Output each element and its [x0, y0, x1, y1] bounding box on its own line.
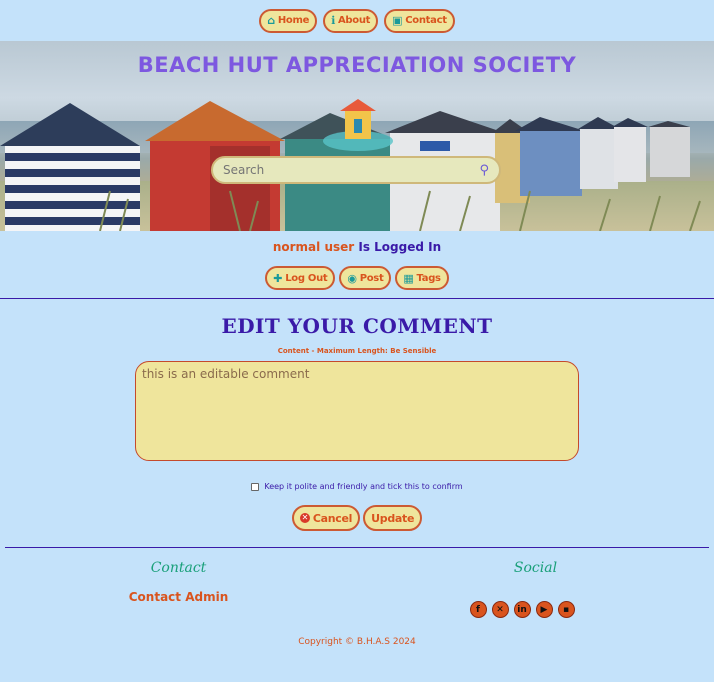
search-input[interactable]: [223, 163, 480, 177]
logout-label: Log Out: [285, 272, 328, 284]
footer-contact: Contact Contact Admin: [0, 560, 357, 618]
linkedin-icon[interactable]: in: [513, 601, 531, 618]
content-label: Content - Maximum Length: Be Sensible: [277, 347, 437, 355]
cancel-button[interactable]: ✕ Cancel: [291, 505, 361, 531]
logout-button[interactable]: ✚ Log Out: [265, 266, 336, 290]
social-icons: f ✕ in ▶ ▪: [330, 601, 714, 618]
confirm-checkbox[interactable]: [251, 482, 260, 491]
cancel-label: Cancel: [312, 511, 353, 525]
user-plus-icon: ✚: [273, 271, 283, 285]
tags-button[interactable]: ▦ Tags: [395, 266, 449, 290]
confirm-label: Keep it polite and friendly and tick thi…: [264, 482, 463, 491]
post-button[interactable]: ◉ Post: [339, 266, 392, 290]
footer: Contact Contact Admin Social f ✕ in ▶ ▪: [0, 560, 714, 618]
home-icon: ⌂: [267, 14, 275, 27]
nav-home-label: Home: [277, 15, 310, 26]
nav-about-link[interactable]: ℹ About: [323, 8, 379, 33]
confirm-row: Keep it polite and friendly and tick thi…: [0, 482, 714, 491]
x-twitter-icon[interactable]: ✕: [491, 601, 509, 618]
contact-card-icon: ▣: [392, 14, 403, 27]
search-bar[interactable]: ⚲: [211, 156, 501, 184]
top-nav: ⌂ Home ℹ About ▣ Contact: [0, 0, 714, 41]
site-title: BEACH HUT APPRECIATION SOCIETY: [137, 53, 577, 77]
nav-contact-link[interactable]: ▣ Contact: [384, 8, 455, 33]
footer-social: Social f ✕ in ▶ ▪: [357, 560, 714, 618]
login-status-text: Is Logged In: [358, 240, 442, 254]
tags-icon: ▦: [403, 271, 414, 285]
social-heading: Social: [513, 560, 558, 576]
comment-textarea[interactable]: this is an editable comment: [135, 361, 579, 461]
update-label: Update: [371, 511, 415, 525]
comment-icon: ◉: [347, 271, 357, 285]
post-label: Post: [359, 272, 384, 284]
nav-about-label: About: [337, 15, 371, 26]
form-buttons: ✕ Cancel Update: [0, 505, 714, 531]
footer-divider: [5, 547, 709, 548]
update-button[interactable]: Update: [363, 505, 423, 531]
nav-home-link[interactable]: ⌂ Home: [259, 8, 318, 33]
user-actions: ✚ Log Out ◉ Post ▦ Tags: [0, 266, 714, 290]
info-icon: ℹ: [331, 14, 335, 27]
youtube-icon[interactable]: ▶: [535, 601, 553, 618]
username: normal user: [272, 240, 355, 254]
hero-banner: BEACH HUT APPRECIATION SOCIETY ⚲: [0, 41, 714, 231]
divider: [0, 298, 714, 299]
page-title: EDIT YOUR COMMENT: [221, 314, 493, 338]
copyright: Copyright © B.H.A.S 2024: [298, 637, 416, 647]
contact-heading: Contact: [150, 560, 207, 576]
flickr-icon[interactable]: ▪: [557, 601, 575, 618]
cancel-x-icon: ✕: [299, 513, 310, 523]
tags-label: Tags: [416, 272, 442, 284]
contact-admin-link[interactable]: Contact Admin: [0, 590, 357, 604]
nav-contact-label: Contact: [405, 15, 447, 26]
facebook-icon[interactable]: f: [469, 601, 487, 618]
login-status: normal user Is Logged In: [0, 240, 714, 254]
search-icon[interactable]: ⚲: [479, 163, 489, 178]
